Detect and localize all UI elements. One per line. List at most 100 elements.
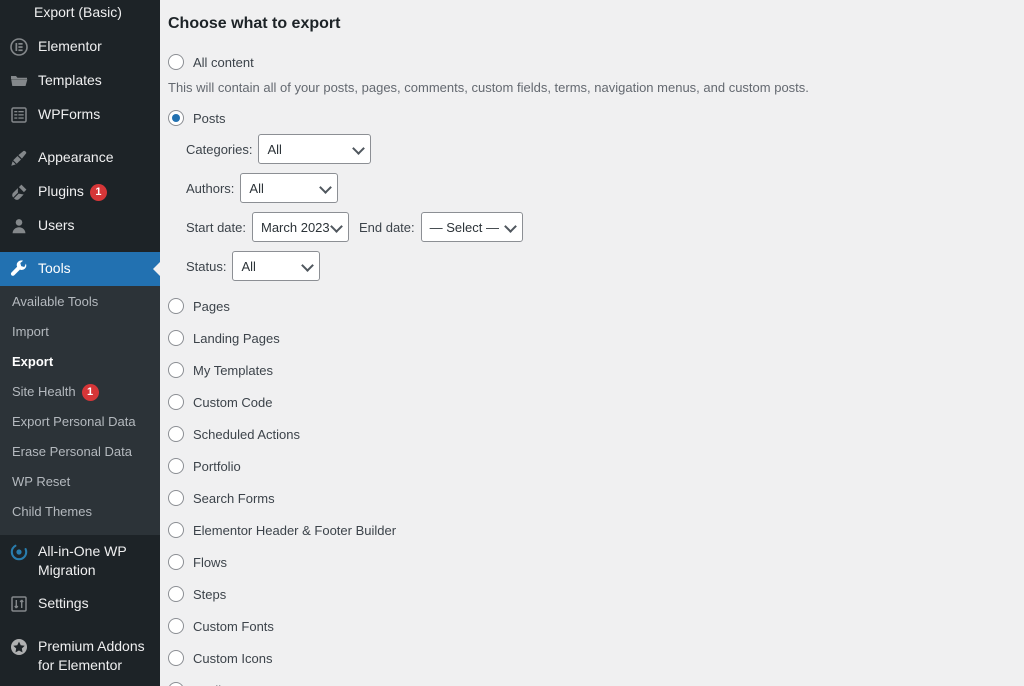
authors-select[interactable]: All <box>240 173 339 203</box>
sidebar-item-label: Templates <box>38 72 102 88</box>
status-row: Status: All <box>186 251 1024 281</box>
radio-custom-fonts[interactable] <box>168 618 184 634</box>
option-label-posts[interactable]: Posts <box>193 111 226 126</box>
option-custom-code[interactable]: Custom Code <box>168 386 1024 418</box>
sidebar-item-appearance[interactable]: Appearance <box>0 141 160 175</box>
admin-sidebar: Export (Basic) Elementor Templates WPForms… <box>0 0 160 686</box>
radio-landing-pages[interactable] <box>168 330 184 346</box>
sliders-icon <box>9 594 29 614</box>
option-label-all-content[interactable]: All content <box>193 55 254 70</box>
option-label[interactable]: Media <box>193 683 228 686</box>
radio-custom-code[interactable] <box>168 394 184 410</box>
radio-search-forms[interactable] <box>168 490 184 506</box>
submenu-item-export-personal-data[interactable]: Export Personal Data <box>0 407 160 437</box>
radio-custom-icons[interactable] <box>168 650 184 666</box>
sidebar-item-label: Appearance <box>38 149 114 165</box>
option-posts[interactable]: Posts <box>168 102 1024 134</box>
option-flows[interactable]: Flows <box>168 546 1024 578</box>
sidebar-item-templates[interactable]: Templates <box>0 64 160 98</box>
start-date-label: Start date: <box>186 219 246 235</box>
elementor-icon <box>9 37 29 57</box>
radio-media[interactable] <box>168 682 184 686</box>
radio-scheduled-actions[interactable] <box>168 426 184 442</box>
posts-filters: Categories: All Authors: All Start date:… <box>168 134 1024 281</box>
date-range-row: Start date: March 2023 End date: — Selec… <box>186 212 1024 242</box>
sidebar-item-elementor[interactable]: Elementor <box>0 30 160 64</box>
option-steps[interactable]: Steps <box>168 578 1024 610</box>
submenu-item-label: WP Reset <box>12 474 71 489</box>
option-label[interactable]: Custom Fonts <box>193 619 274 634</box>
sidebar-separator <box>0 621 160 630</box>
status-label: Status: <box>186 258 227 274</box>
sidebar-item-wpforms[interactable]: WPForms <box>0 98 160 132</box>
option-scheduled-actions[interactable]: Scheduled Actions <box>168 418 1024 450</box>
authors-select-value: All <box>249 180 264 196</box>
option-label[interactable]: Custom Icons <box>193 651 272 666</box>
option-pages[interactable]: Pages <box>168 290 1024 322</box>
radio-steps[interactable] <box>168 586 184 602</box>
option-label[interactable]: Pages <box>193 299 230 314</box>
option-label[interactable]: Search Forms <box>193 491 275 506</box>
radio-posts[interactable] <box>168 110 184 126</box>
option-label[interactable]: Scheduled Actions <box>193 427 300 442</box>
sidebar-item-users[interactable]: Users <box>0 209 160 243</box>
sidebar-item-label: Plugins 1 <box>38 182 160 201</box>
submenu-item-wp-reset[interactable]: WP Reset <box>0 467 160 497</box>
submenu-item-erase-personal-data[interactable]: Erase Personal Data <box>0 437 160 467</box>
submenu-item-import[interactable]: Import <box>0 317 160 347</box>
option-label[interactable]: Flows <box>193 555 227 570</box>
option-all-content[interactable]: All content <box>168 46 1024 78</box>
user-icon <box>9 216 29 236</box>
option-my-templates[interactable]: My Templates <box>168 354 1024 386</box>
option-label[interactable]: Custom Code <box>193 395 272 410</box>
option-label[interactable]: Landing Pages <box>193 331 280 346</box>
sidebar-item-settings[interactable]: Settings <box>0 587 160 621</box>
export-panel: Choose what to export All content This w… <box>160 0 1024 686</box>
radio-elementor-header-footer-builder[interactable] <box>168 522 184 538</box>
sidebar-item-label: All-in-One WP Migration <box>38 543 127 578</box>
submenu-item-child-themes[interactable]: Child Themes <box>0 497 160 527</box>
option-label[interactable]: Elementor Header & Footer Builder <box>193 523 396 538</box>
option-elementor-header-footer-builder[interactable]: Elementor Header & Footer Builder <box>168 514 1024 546</box>
option-landing-pages[interactable]: Landing Pages <box>168 322 1024 354</box>
option-label[interactable]: Steps <box>193 587 226 602</box>
categories-select[interactable]: All <box>258 134 372 164</box>
categories-select-value: All <box>267 141 282 157</box>
end-date-label: End date: <box>358 219 415 235</box>
sidebar-item-tools[interactable]: Tools <box>0 252 160 286</box>
wrench-icon <box>9 259 29 279</box>
status-select[interactable]: All <box>232 251 321 281</box>
wpforms-icon <box>9 105 29 125</box>
submenu-item-label: Import <box>12 324 49 339</box>
sidebar-item-premium-addons-for-elementor[interactable]: Premium Addons for Elementor <box>0 630 160 682</box>
sidebar-item-plugins[interactable]: Plugins 1 <box>0 175 160 209</box>
plug-icon <box>9 182 29 202</box>
option-portfolio[interactable]: Portfolio <box>168 450 1024 482</box>
option-search-forms[interactable]: Search Forms <box>168 482 1024 514</box>
radio-my-templates[interactable] <box>168 362 184 378</box>
authors-label: Authors: <box>186 180 235 196</box>
submenu-item-site-health[interactable]: Site Health 1 <box>0 377 160 407</box>
option-media[interactable]: Media <box>168 674 1024 686</box>
other-export-options: Pages Landing Pages My Templates Custom Cod… <box>168 290 1024 686</box>
paintbrush-icon <box>9 148 29 168</box>
radio-pages[interactable] <box>168 298 184 314</box>
submenu-item-label: Export Personal Data <box>12 414 136 429</box>
sidebar-item-all-in-one-wp-migration[interactable]: All-in-One WP Migration <box>0 535 160 587</box>
sidebar-item-badge: 1 <box>89 184 107 201</box>
option-custom-fonts[interactable]: Custom Fonts <box>168 610 1024 642</box>
sidebar-menu-group-bottom: All-in-One WP Migration Settings Premium A… <box>0 535 160 686</box>
chevron-down-icon <box>352 142 366 155</box>
option-label[interactable]: My Templates <box>193 363 273 378</box>
option-custom-icons[interactable]: Custom Icons <box>168 642 1024 674</box>
submenu-item-available-tools[interactable]: Available Tools <box>0 287 160 317</box>
radio-all-content[interactable] <box>168 54 184 70</box>
submenu-item-export[interactable]: Export <box>0 347 160 377</box>
submenu-item-badge: 1 <box>81 384 99 401</box>
start-date-select[interactable]: March 2023 <box>251 212 349 242</box>
end-date-select[interactable]: — Select — <box>420 212 523 242</box>
option-label[interactable]: Portfolio <box>193 459 241 474</box>
radio-flows[interactable] <box>168 554 184 570</box>
radio-portfolio[interactable] <box>168 458 184 474</box>
migration-icon <box>9 542 29 562</box>
